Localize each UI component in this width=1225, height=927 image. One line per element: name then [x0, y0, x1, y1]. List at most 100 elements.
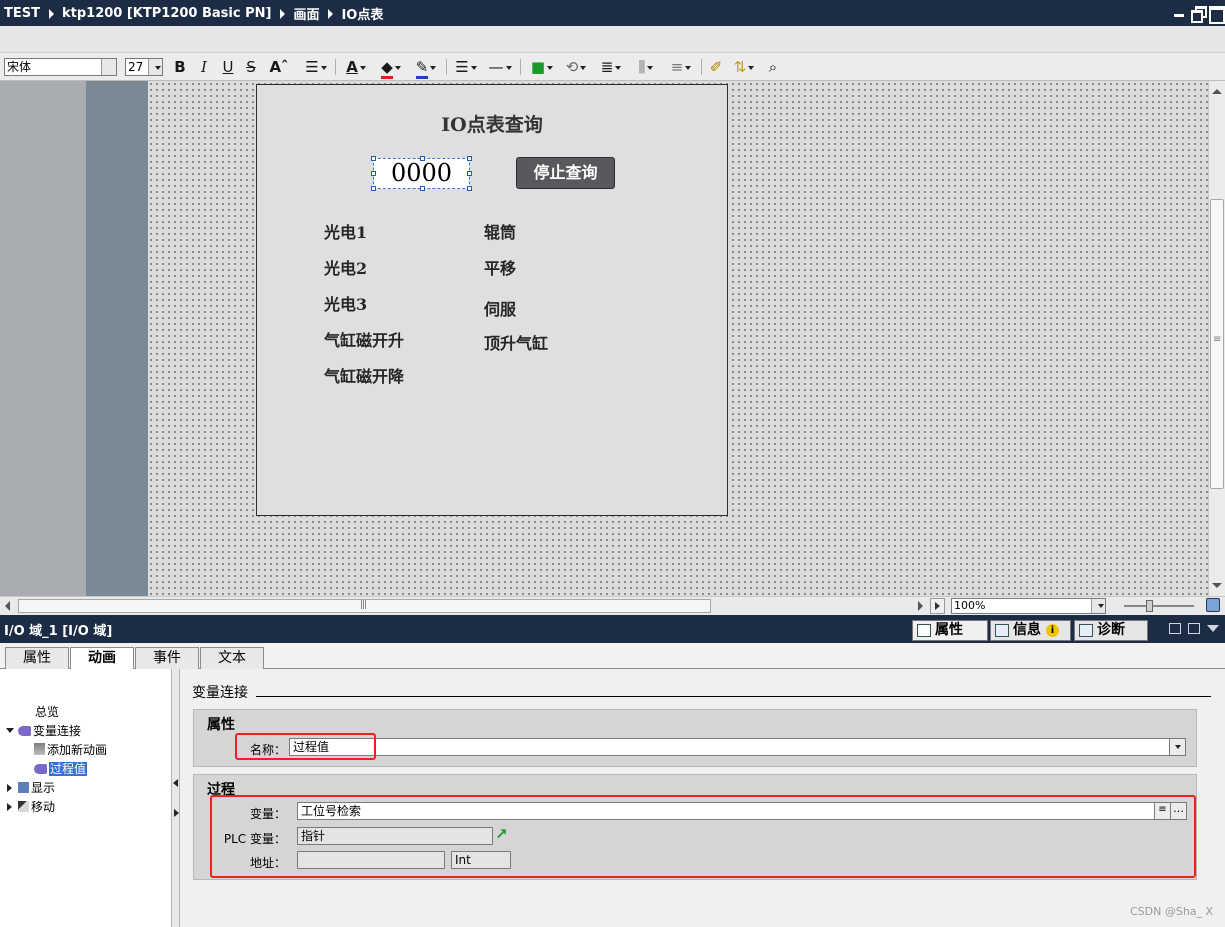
subtab-animations[interactable]: 动画	[70, 647, 134, 670]
chevron-down-icon[interactable]	[1169, 739, 1185, 755]
align-objects-button[interactable]: ⫼	[631, 58, 661, 76]
tree-item-display[interactable]: 显示	[4, 779, 55, 797]
rotate-button[interactable]: ⟲	[561, 58, 591, 76]
layer-order-button[interactable]: ⇅	[729, 58, 759, 76]
io-label[interactable]: 气缸磁开降	[324, 363, 404, 387]
tree-item-process-value[interactable]: 过程值	[34, 760, 88, 778]
io-label[interactable]: 顶升气缸	[484, 330, 548, 354]
restore-icon[interactable]	[1191, 6, 1207, 23]
collapse-left-icon[interactable]	[173, 779, 178, 787]
breadcrumb-device[interactable]: ktp1200 [KTP1200 Basic PN]	[62, 6, 271, 21]
subtab-properties[interactable]: 属性	[5, 647, 69, 669]
bold-button[interactable]: B	[173, 58, 187, 76]
scroll-thumb[interactable]	[18, 599, 711, 613]
io-label[interactable]: 辊筒	[484, 219, 516, 243]
tree-item-tag-connection[interactable]: 变量连接	[4, 722, 81, 740]
io-label[interactable]: 光电1	[324, 219, 367, 243]
resize-handle[interactable]	[371, 186, 376, 191]
info-icon	[995, 624, 1009, 637]
text-grow-button[interactable]: Aˆ	[266, 58, 292, 88]
breadcrumb-screens[interactable]: 画面	[293, 4, 319, 23]
list-icon[interactable]	[101, 59, 116, 75]
layers-icon: ⇅	[733, 58, 747, 76]
expand-icon[interactable]	[7, 803, 12, 811]
expand-right-icon[interactable]	[174, 809, 179, 817]
subtab-events[interactable]: 事件	[135, 647, 199, 669]
line-style-icon: —	[488, 58, 504, 76]
line-style-button[interactable]: —	[486, 58, 514, 76]
font-color-button[interactable]: A	[341, 58, 371, 76]
resize-handle[interactable]	[420, 186, 425, 191]
editor-title-bar: TEST ktp1200 [KTP1200 Basic PN] 画面 IO点表	[0, 0, 1225, 26]
expand-icon[interactable]	[7, 784, 12, 792]
zoom-value: 100%	[954, 599, 986, 612]
name-field[interactable]: 过程值	[289, 738, 1186, 756]
chevron-down-icon[interactable]	[1091, 599, 1105, 613]
io-label[interactable]: 气缸磁开升	[324, 327, 404, 351]
hmi-screen[interactable]: IO点表查询 0000 停止查询 光电1 光电2 光电3 气缸磁开升 气缸磁开降…	[256, 84, 728, 516]
restore-icon[interactable]	[1169, 623, 1181, 634]
tree-item-add-animation[interactable]: 添加新动画	[34, 741, 107, 759]
line-width-button[interactable]: ☰	[452, 58, 480, 76]
stop-query-button[interactable]: 停止查询	[516, 157, 615, 189]
panel-splitter[interactable]	[172, 669, 180, 927]
expand-icon[interactable]	[6, 728, 14, 733]
bring-forward-button[interactable]: ■	[527, 58, 557, 76]
watermark: CSDN @Sha_ X	[1130, 905, 1214, 918]
io-label[interactable]: 平移	[484, 255, 516, 279]
zoom-button[interactable]: ⌕	[764, 58, 782, 76]
highlight-box-name	[235, 733, 376, 760]
zoom-expand-button[interactable]	[930, 598, 945, 614]
scroll-right-icon[interactable]	[918, 601, 923, 611]
scroll-left-icon[interactable]	[5, 601, 10, 611]
scroll-thumb[interactable]	[1210, 199, 1224, 489]
zoom-select[interactable]: 100%	[951, 598, 1106, 614]
resize-handle[interactable]	[467, 156, 472, 161]
zoom-slider[interactable]	[1124, 600, 1194, 612]
font-family-select[interactable]: 宋体	[4, 58, 117, 76]
inspector-subtabs: 属性 动画 事件 文本	[0, 643, 1225, 670]
io-label[interactable]: 伺服	[484, 296, 516, 320]
underline-button[interactable]: U	[220, 58, 236, 76]
chevron-down-icon[interactable]	[148, 59, 162, 75]
resize-handle[interactable]	[467, 186, 472, 191]
tree-item-overview[interactable]: 总览	[35, 703, 59, 721]
zoom-fit-icon[interactable]	[1206, 598, 1220, 612]
tab-diagnostics[interactable]: 诊断	[1074, 620, 1148, 641]
resize-handle[interactable]	[371, 156, 376, 161]
tab-properties[interactable]: 属性	[912, 620, 988, 641]
tab-info[interactable]: 信息 i	[990, 620, 1071, 641]
brush-icon: ✐	[709, 58, 723, 76]
tree-item-move[interactable]: 移动	[4, 798, 55, 816]
font-size-select[interactable]: 27	[125, 58, 163, 76]
breadcrumb-screen[interactable]: IO点表	[341, 4, 383, 23]
group-title: 属性	[207, 717, 235, 733]
io-field[interactable]: 0000	[371, 156, 472, 191]
inspector-header: I/O 域_1 [I/O 域] 属性 信息 i 诊断	[0, 615, 1225, 643]
fill-color-button[interactable]: ◆	[376, 58, 406, 79]
tree-item-label: 变量连接	[33, 724, 82, 738]
resize-handle[interactable]	[420, 156, 425, 161]
minimize-icon[interactable]	[1173, 6, 1185, 18]
io-label[interactable]: 光电3	[324, 291, 367, 315]
line-color-button[interactable]: ✎	[411, 58, 441, 79]
strikethrough-button[interactable]: S	[244, 58, 258, 76]
scroll-down-icon[interactable]	[1212, 583, 1222, 588]
subtab-texts[interactable]: 文本	[200, 647, 264, 669]
io-label[interactable]: 光电2	[324, 255, 367, 279]
italic-button[interactable]: I	[197, 58, 211, 76]
distribute-button[interactable]: ≣	[596, 58, 626, 76]
collapse-icon[interactable]	[1207, 625, 1219, 632]
resize-handle[interactable]	[371, 171, 376, 176]
format-painter-button[interactable]: ✐	[707, 58, 725, 76]
hmi-title[interactable]: IO点表查询	[257, 110, 727, 137]
canvas-vertical-scrollbar[interactable]	[1208, 81, 1225, 596]
align-button[interactable]: ☰	[301, 58, 331, 76]
maximize-icon[interactable]	[1209, 6, 1225, 24]
scroll-up-icon[interactable]	[1212, 89, 1222, 94]
same-size-button[interactable]: ≡	[666, 58, 696, 76]
distribute-icon: ≣	[600, 58, 614, 76]
float-icon[interactable]	[1188, 623, 1200, 634]
resize-handle[interactable]	[467, 171, 472, 176]
breadcrumb-project[interactable]: TEST	[4, 6, 40, 21]
